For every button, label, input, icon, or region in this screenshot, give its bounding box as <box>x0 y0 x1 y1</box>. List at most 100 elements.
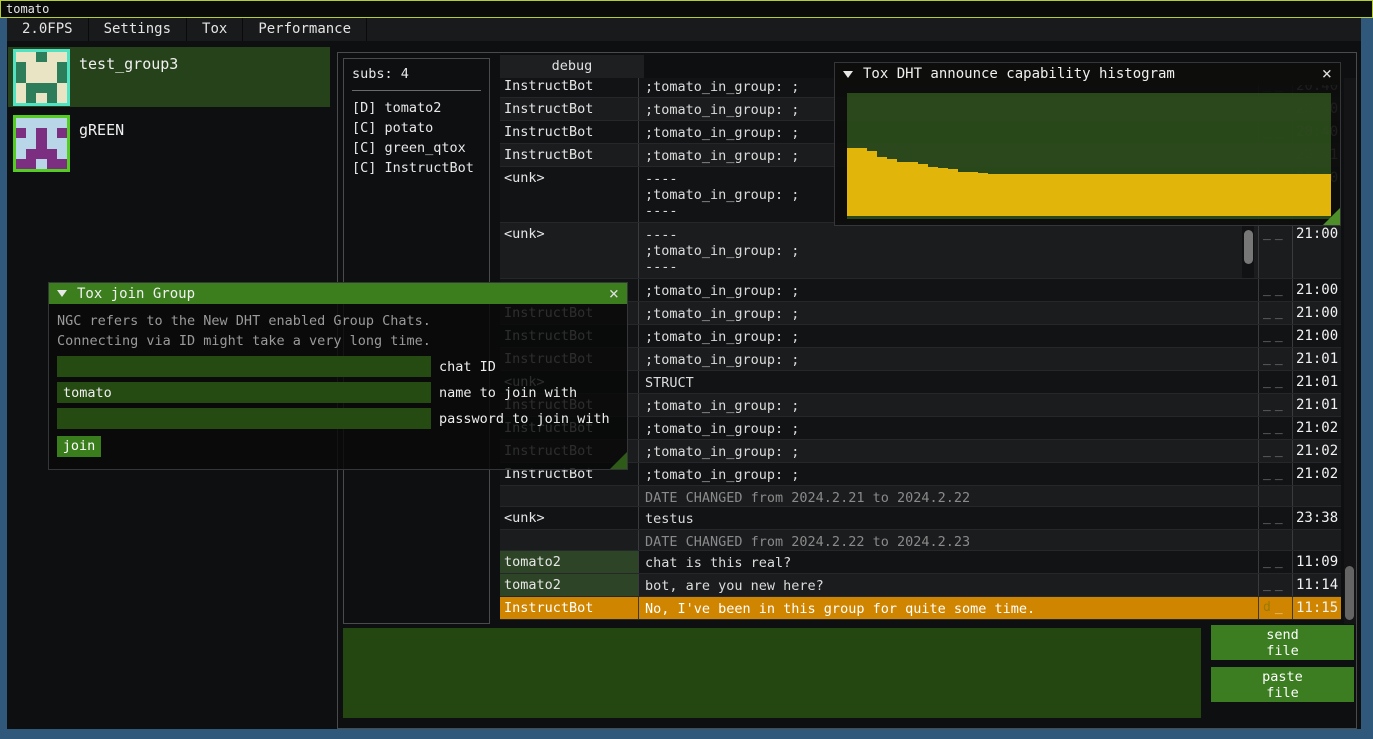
delivery-status: __ <box>1258 440 1292 462</box>
timestamp: 11:14 <box>1292 574 1341 596</box>
avatar-pixel <box>57 93 67 103</box>
ngc-info-line-2: Connecting via ID might take a very long… <box>57 331 619 351</box>
histogram-bar <box>1200 174 1210 216</box>
avatar-pixel <box>57 138 67 148</box>
menu-item-tox[interactable]: Tox <box>187 18 243 41</box>
avatar-pixel <box>47 138 57 148</box>
status-flag: _ <box>1263 397 1275 412</box>
avatar-pixel <box>36 118 46 128</box>
collapse-triangle-icon[interactable] <box>57 290 67 297</box>
histogram-bar <box>867 151 877 216</box>
separator <box>352 90 481 91</box>
status-cell <box>1258 486 1292 506</box>
collapse-triangle-icon[interactable] <box>843 71 853 78</box>
date-changed-text: DATE CHANGED from 2024.2.22 to 2024.2.23 <box>638 530 1258 550</box>
menu-item-2.0fps[interactable]: 2.0FPS <box>7 18 89 41</box>
timestamp: 21:02 <box>1292 440 1341 462</box>
tab-debug[interactable]: debug <box>500 55 644 78</box>
date-changed-label: DATE CHANGED from 2024.2.21 to 2024.2.22 <box>645 490 1258 506</box>
status-flag: _ <box>1263 443 1275 458</box>
avatar-pixel <box>36 83 46 93</box>
member-green_qtox[interactable]: [C] green_qtox <box>352 138 481 158</box>
timestamp: 21:02 <box>1292 463 1341 485</box>
message-scrollbar[interactable] <box>1242 223 1254 278</box>
name-to-join-with-input[interactable] <box>57 382 431 403</box>
avatar-pixel <box>36 62 46 72</box>
histogram-bar <box>1250 174 1260 216</box>
member-potato[interactable]: [C] potato <box>352 118 481 138</box>
avatar-pixel <box>36 52 46 62</box>
delivery-status: __ <box>1258 574 1292 596</box>
histogram-bar <box>897 162 907 216</box>
message-row[interactable]: <unk>----;tomato_in_group: ;----__21:00 <box>500 223 1341 279</box>
message-line: ;tomato_in_group: ; <box>645 421 1258 437</box>
join-group-titlebar[interactable]: Tox join Group × <box>49 283 627 304</box>
message-scrollbar-thumb[interactable] <box>1244 230 1253 264</box>
message-line: ;tomato_in_group: ; <box>645 444 1258 460</box>
chat-ID-input[interactable] <box>57 356 431 377</box>
status-flag: _ <box>1275 554 1287 569</box>
status-flag: _ <box>1263 226 1275 241</box>
sidebar-item-gREEN[interactable]: gREEN <box>8 113 330 173</box>
message-row[interactable]: <unk>testus__23:38 <box>500 507 1341 530</box>
status-flag: _ <box>1275 351 1287 366</box>
menu-item-settings[interactable]: Settings <box>89 18 187 41</box>
histogram-bar <box>1230 174 1240 216</box>
avatar-pixel <box>16 159 26 169</box>
message-line: chat is this real? <box>645 555 1258 571</box>
histogram-bar <box>1190 174 1200 216</box>
sender-name: InstructBot <box>500 98 638 120</box>
message-text: No, I've been in this group for quite so… <box>638 597 1258 619</box>
menu-item-performance[interactable]: Performance <box>243 18 367 41</box>
avatar-pixel <box>47 93 57 103</box>
sender-name: InstructBot <box>500 78 638 97</box>
histogram-bar <box>958 172 968 216</box>
histogram-bar <box>968 172 978 216</box>
join-button[interactable]: join <box>57 436 101 457</box>
dht-capability-histogram-plot[interactable] <box>847 93 1331 219</box>
avatar-pixel <box>16 72 26 82</box>
avatar-pixel <box>36 128 46 138</box>
avatar-pixel <box>26 72 36 82</box>
status-flag: _ <box>1275 226 1287 241</box>
paste-file-button[interactable]: paste file <box>1211 667 1354 702</box>
join-group-window: Tox join Group × NGC refers to the New D… <box>48 282 628 470</box>
histogram-bar <box>1159 174 1169 216</box>
dht-histogram-titlebar[interactable]: Tox DHT announce capability histogram × <box>835 63 1340 85</box>
avatar-pixel <box>57 128 67 138</box>
avatar-pixel <box>47 52 57 62</box>
avatar-pixel <box>36 159 46 169</box>
close-icon[interactable]: × <box>1322 67 1332 81</box>
member-InstructBot[interactable]: [C] InstructBot <box>352 158 481 178</box>
timestamp: 21:01 <box>1292 371 1341 393</box>
timestamp: 21:00 <box>1292 223 1341 278</box>
password-to-join-with-input[interactable] <box>57 408 431 429</box>
chat-scrollbar[interactable] <box>1344 78 1356 624</box>
message-row[interactable]: InstructBotNo, I've been in this group f… <box>500 597 1341 620</box>
message-line: STRUCT <box>645 375 1258 391</box>
delivery-status: __ <box>1258 325 1292 347</box>
member-tomato2[interactable]: [D] tomato2 <box>352 98 481 118</box>
sidebar-item-test_group3[interactable]: test_group3 <box>8 47 330 107</box>
send-file-button[interactable]: send file <box>1211 625 1354 660</box>
close-icon[interactable]: × <box>609 287 619 301</box>
name-cell <box>500 486 638 506</box>
window-title-bar: tomato <box>0 0 1373 18</box>
chat-scrollbar-thumb[interactable] <box>1345 566 1354 620</box>
resize-grip-icon[interactable] <box>610 452 627 469</box>
message-row[interactable]: tomato2chat is this real?__11:09 <box>500 551 1341 574</box>
timestamp: 11:15 <box>1292 597 1341 619</box>
status-flag: _ <box>1275 443 1287 458</box>
timestamp: 21:01 <box>1292 394 1341 416</box>
histogram-bar <box>1240 174 1250 216</box>
message-row[interactable]: tomato2bot, are you new here?__11:14 <box>500 574 1341 597</box>
time-cell <box>1292 486 1341 506</box>
avatar-pixel <box>26 52 36 62</box>
resize-grip-icon[interactable] <box>1323 208 1340 225</box>
avatar-pixel <box>47 118 57 128</box>
status-flag: _ <box>1275 282 1287 297</box>
message-input[interactable] <box>343 628 1201 718</box>
avatar-pixel <box>26 159 36 169</box>
histogram-bar <box>1220 174 1230 216</box>
message-text: ;tomato_in_group: ; <box>638 417 1258 439</box>
